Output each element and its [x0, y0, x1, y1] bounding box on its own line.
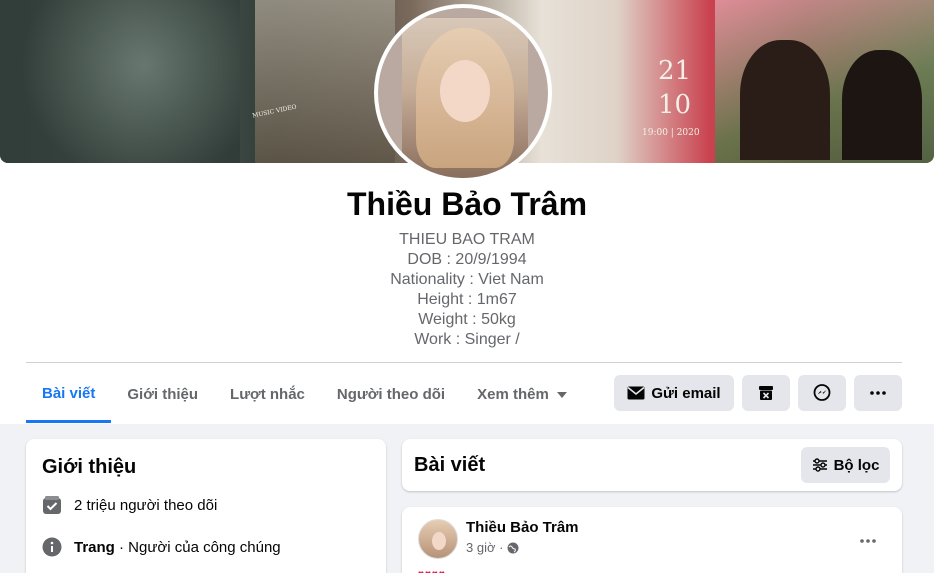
post-card: Thiều Bảo Trâm 3 giờ · ♥♥♥♥: [402, 507, 902, 573]
cover-figure: [740, 40, 830, 160]
messenger-icon: [813, 384, 831, 402]
send-email-label: Gửi email: [651, 384, 721, 402]
cover-photo-left: [0, 0, 240, 163]
posts-title: Bài viết: [414, 454, 486, 476]
tab-mentions[interactable]: Lượt nhắc: [214, 366, 321, 423]
profile-tabs: Bài viết Giới thiệu Lượt nhắc Người theo…: [26, 366, 583, 423]
post-author-name[interactable]: Thiều Bảo Trâm: [466, 519, 579, 536]
posts-header-card: Bài viết Bộ lọc: [402, 439, 902, 491]
caret-down-icon: [556, 391, 567, 398]
post-more-button[interactable]: [850, 523, 886, 559]
archive-x-icon: [758, 385, 774, 401]
cover-time: 19:00 | 2020: [642, 128, 700, 138]
profile-bio: THIEU BAO TRAM DOB : 20/9/1994 Nationali…: [0, 230, 934, 350]
bio-line: Work : Singer /: [414, 331, 520, 348]
bio-line: DOB : 20/9/1994: [407, 251, 527, 268]
profile-actions: Gửi email: [614, 375, 902, 411]
tab-label: Xem thêm: [477, 386, 549, 403]
bio-line: Nationality : Viet Nam: [390, 271, 544, 288]
followers-check-icon: [42, 495, 62, 515]
post-author-avatar[interactable]: [418, 519, 458, 559]
tab-label: Bài viết: [42, 384, 96, 402]
bio-line: THIEU BAO TRAM: [399, 231, 535, 248]
tab-followers[interactable]: Người theo dõi: [321, 366, 461, 423]
tab-label: Người theo dõi: [336, 386, 446, 403]
archive-button[interactable]: [742, 375, 790, 411]
more-options-button[interactable]: [854, 375, 902, 411]
profile-avatar[interactable]: [374, 4, 552, 182]
page-type-text: Trang · Người của công chúng: [74, 539, 281, 556]
page-type-suffix: · Người của công chúng: [114, 538, 281, 556]
filter-button[interactable]: Bộ lọc: [801, 447, 890, 483]
page-type-row: Trang · Người của công chúng: [42, 537, 281, 557]
followers-row: 2 triệu người theo dõi: [42, 495, 217, 515]
page-type-prefix: Trang: [74, 538, 115, 556]
send-email-button[interactable]: Gửi email: [614, 375, 734, 411]
bio-line: Height : 1m67: [417, 291, 517, 308]
tab-label: Giới thiệu: [127, 386, 199, 403]
globe-icon: [507, 542, 519, 554]
tab-about[interactable]: Giới thiệu: [111, 366, 214, 423]
filter-sliders-icon: [812, 458, 828, 472]
more-icon: [860, 539, 876, 543]
profile-name: Thiều Bảo Trâm: [346, 186, 588, 222]
tab-label: Lượt nhắc: [230, 386, 305, 403]
cover-figure: [842, 50, 922, 160]
post-meta: 3 giờ ·: [466, 540, 519, 555]
intro-title: Giới thiệu: [42, 456, 137, 478]
followers-count: 2 triệu người theo dõi: [74, 496, 218, 514]
filter-label: Bộ lọc: [833, 456, 880, 474]
more-icon: [870, 391, 886, 395]
intro-card: Giới thiệu 2 triệu người theo dõi Trang …: [26, 439, 386, 573]
bio-line: Weight : 50kg: [418, 311, 516, 328]
avatar-image: [378, 8, 548, 178]
cover-date-month: 10: [658, 90, 692, 120]
tab-posts[interactable]: Bài viết: [26, 366, 112, 423]
info-icon: [42, 537, 62, 557]
cover-date-day: 21: [658, 56, 692, 86]
envelope-icon: [627, 386, 645, 400]
post-time[interactable]: 3 giờ ·: [466, 540, 503, 555]
tab-more[interactable]: Xem thêm: [461, 366, 583, 423]
header-divider: [26, 362, 902, 363]
heart-emoji-icon: ♥♥♥♥: [418, 569, 446, 573]
messenger-button[interactable]: [798, 375, 846, 411]
